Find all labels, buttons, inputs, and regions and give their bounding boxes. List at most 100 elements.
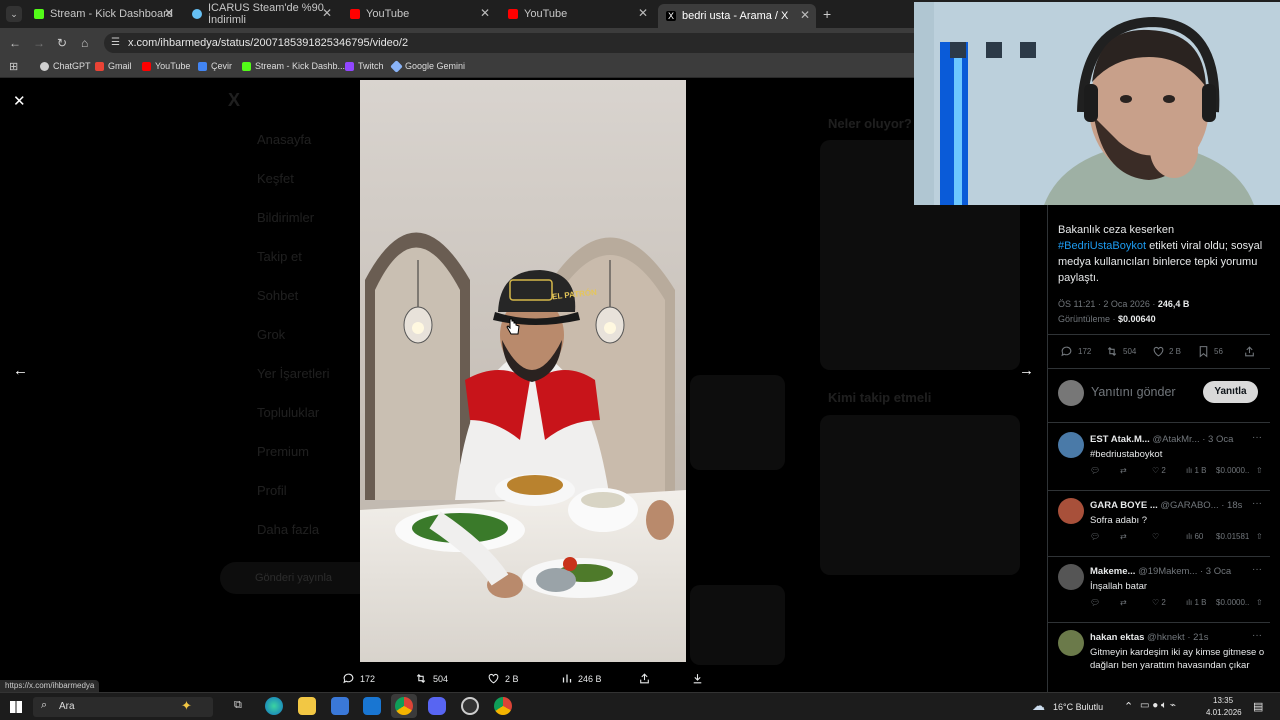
repost-button[interactable]: 504	[1105, 345, 1136, 358]
repost-count-video[interactable]: 504	[414, 672, 448, 685]
clock-time[interactable]: 13:35	[1213, 696, 1233, 705]
outlook-icon[interactable]	[363, 697, 381, 715]
reply-author[interactable]: GARA BOYE ... @GARABO... · 18s	[1090, 500, 1242, 511]
reply-author[interactable]: hakan ektas @hknekt · 21s	[1090, 632, 1208, 643]
chevron-up-icon[interactable]: ⌃	[1124, 700, 1133, 713]
views[interactable]: ılı 1 B	[1186, 598, 1206, 607]
like-button[interactable]: ♡ 2	[1152, 598, 1166, 607]
reply-count-video[interactable]: 172	[342, 672, 375, 685]
discord-icon[interactable]	[428, 697, 446, 715]
repost-icon[interactable]: ⇄	[1120, 466, 1127, 475]
taskbar-search[interactable]: ⌕ Ara ✦	[33, 697, 213, 717]
reply-item[interactable]: GARA BOYE ... @GARABO... · 18s ··· Sofra…	[1048, 492, 1270, 556]
bookmark-kick[interactable]: Stream - Kick Dashb...	[242, 61, 345, 71]
close-icon[interactable]: ✕	[322, 6, 332, 20]
more-icon[interactable]: ···	[1252, 630, 1262, 641]
reply-icon[interactable]: 💬︎	[1090, 466, 1100, 475]
download-button-video[interactable]	[691, 672, 709, 685]
previous-arrow-icon[interactable]: ←	[13, 362, 28, 379]
reply-text[interactable]: #bedriustaboykot	[1090, 448, 1268, 461]
bookmark-youtube[interactable]: YouTube	[142, 61, 190, 71]
tray-icons[interactable]: ▭ ● 🔈︎ ⌁	[1140, 700, 1176, 711]
nav-item-notifications: Bildirimler	[257, 210, 315, 225]
reply-item[interactable]: Makeme... @19Makem... · 3 Oca ··· İnşall…	[1048, 558, 1270, 622]
reload-icon[interactable]: ↻	[57, 36, 67, 50]
weather-text[interactable]: 16°C Bulutlu	[1053, 702, 1103, 712]
tab-x-search[interactable]: X bedri usta - Arama / X ✕	[658, 4, 816, 28]
url-text[interactable]: x.com/ihbarmedya/status/2007185391825346…	[128, 37, 408, 49]
new-tab-button[interactable]: +	[823, 6, 831, 22]
reply-input[interactable]: Yanıtını gönder	[1091, 385, 1176, 399]
tab-youtube-1[interactable]: YouTube ✕	[342, 4, 496, 24]
video-frame	[360, 80, 686, 662]
bookmark-chatgpt[interactable]: ChatGPT	[40, 61, 91, 71]
like-count-video[interactable]: 2 B	[487, 672, 519, 685]
tweet-action-bar: 172 504 2 B 56	[1060, 345, 1260, 359]
notification-icon[interactable]: ▤	[1253, 700, 1263, 713]
repost-icon[interactable]: ⇄	[1120, 598, 1127, 607]
reply-icon[interactable]: 💬︎	[1090, 532, 1100, 541]
more-icon[interactable]: ···	[1252, 498, 1262, 509]
video-player[interactable]: EL PATRÓN	[360, 80, 686, 662]
share-icon[interactable]: ⇧	[1256, 532, 1263, 541]
windows-start-icon[interactable]	[10, 701, 22, 713]
file-explorer-icon[interactable]	[298, 697, 316, 715]
reply-icon	[343, 673, 354, 684]
views[interactable]: ılı 1 B	[1186, 466, 1206, 475]
reply-author[interactable]: EST Atak.M... @AtakMr... · 3 Oca	[1090, 434, 1233, 445]
nav-item-more: Daha fazla	[257, 522, 320, 537]
share-button[interactable]	[1243, 345, 1256, 360]
obs-icon[interactable]	[461, 697, 479, 715]
bookmark-translate[interactable]: Çevir	[198, 61, 232, 71]
task-view-icon[interactable]: ⧉	[234, 699, 242, 712]
reply-submit-button[interactable]: Yanıtla	[1203, 381, 1258, 403]
tab-youtube-2[interactable]: YouTube ✕	[500, 4, 654, 24]
share-button-video[interactable]	[638, 672, 656, 685]
reply-item[interactable]: hakan ektas @hknekt · 21s ··· Gitmeyin k…	[1048, 624, 1270, 692]
hashtag-link[interactable]: #BedriUstaBoykot	[1058, 240, 1146, 252]
reply-icon[interactable]: 💬︎	[1090, 598, 1100, 607]
nav-item-explore: Keşfet	[257, 171, 294, 186]
forward-arrow-icon[interactable]: →	[33, 36, 45, 50]
share-icon[interactable]: ⇧	[1256, 466, 1263, 475]
search-icon: ⌕	[41, 699, 48, 711]
repost-icon	[1107, 346, 1117, 357]
translate-icon	[198, 61, 207, 71]
like-button[interactable]: ♡	[1152, 532, 1159, 541]
tab-icarus[interactable]: ICARUS Steam'de %90 İndirimli ✕	[184, 2, 338, 26]
like-button[interactable]: ♡ 2	[1152, 466, 1166, 475]
bookmark-gmail[interactable]: Gmail	[95, 61, 132, 71]
tweet-timestamp[interactable]: ÖS 11:21 · 2 Oca 2026 ·	[1058, 299, 1158, 309]
bookmark-gemini[interactable]: Google Gemini	[390, 59, 465, 73]
close-icon[interactable]: ✕	[638, 6, 648, 20]
repost-icon[interactable]: ⇄	[1120, 532, 1127, 541]
reply-author[interactable]: Makeme... @19Makem... · 3 Oca	[1090, 566, 1231, 577]
share-icon[interactable]: ⇧	[1256, 598, 1263, 607]
like-button[interactable]: 2 B	[1152, 345, 1181, 358]
more-icon[interactable]: ···	[1252, 432, 1262, 443]
clock-date[interactable]: 4.01.2026	[1206, 708, 1242, 717]
close-icon[interactable]: ✕	[164, 6, 174, 20]
home-icon[interactable]: ⌂	[81, 36, 88, 50]
bookmark-button[interactable]: 56	[1198, 345, 1223, 358]
view-count-video[interactable]: 246 B	[561, 672, 602, 685]
bookmark-twitch[interactable]: Twitch	[345, 61, 384, 71]
close-icon[interactable]: ✕	[13, 92, 26, 110]
reply-author-name: GARA BOYE ...	[1090, 500, 1158, 511]
close-icon[interactable]: ✕	[800, 8, 810, 22]
reply-item[interactable]: EST Atak.M... @AtakMr... · 3 Oca ··· #be…	[1048, 426, 1270, 490]
chrome-icon[interactable]	[395, 697, 413, 715]
site-info-icon[interactable]: ☰	[111, 37, 120, 48]
tab-kick[interactable]: Stream - Kick Dashboard ✕	[26, 4, 180, 24]
more-icon[interactable]: ···	[1252, 564, 1262, 575]
reply-button[interactable]: 172	[1060, 345, 1091, 358]
apps-grid-icon[interactable]: ⊞	[9, 60, 18, 73]
edge-icon[interactable]	[265, 697, 283, 715]
views[interactable]: ılı 60	[1186, 532, 1203, 541]
close-icon[interactable]: ✕	[480, 6, 490, 20]
next-arrow-icon[interactable]: →	[1019, 362, 1034, 379]
chrome-profile-icon[interactable]	[494, 697, 512, 715]
tab-search-button[interactable]: ⌄	[6, 6, 22, 22]
back-arrow-icon[interactable]: ←	[9, 36, 21, 50]
store-icon[interactable]	[331, 697, 349, 715]
